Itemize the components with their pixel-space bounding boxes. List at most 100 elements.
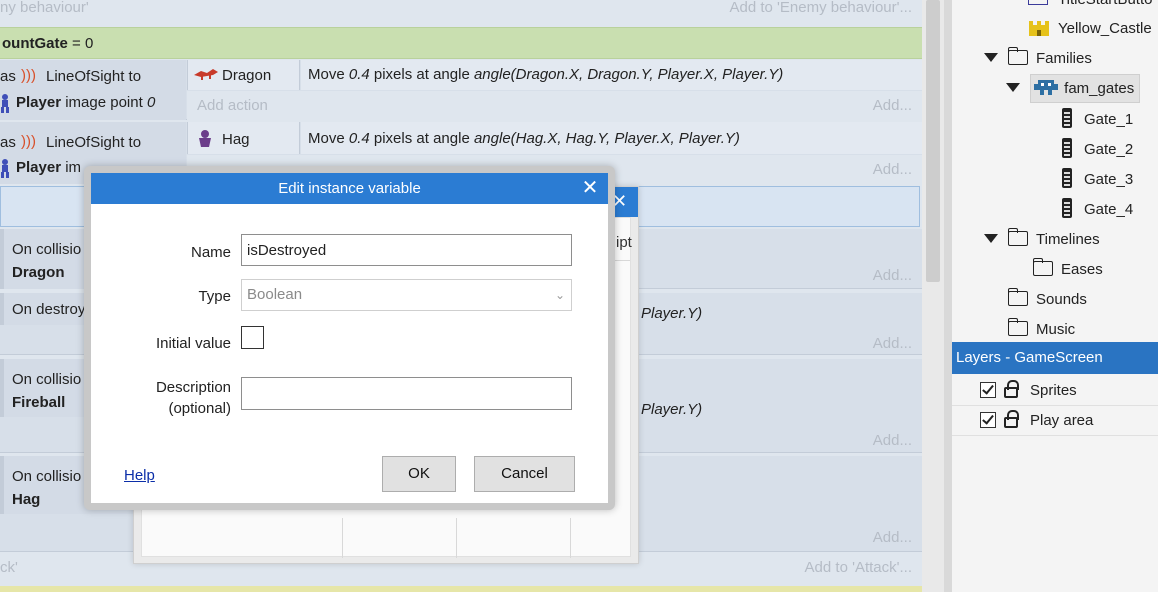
variable-name: ountGate xyxy=(2,35,68,52)
tree-item-label: Timelines xyxy=(1036,231,1100,248)
condition-name: On collisio xyxy=(12,371,82,388)
tree-item-gate-1[interactable]: Gate_1 xyxy=(1062,105,1133,135)
description-label: Description (optional) xyxy=(91,377,231,419)
name-field[interactable] xyxy=(241,234,572,266)
condition-target: Player xyxy=(16,159,62,176)
tree-item-label: Eases xyxy=(1061,261,1103,278)
condition-detail: im xyxy=(61,159,82,176)
lock-icon[interactable] xyxy=(1004,380,1019,398)
expand-arrow-icon[interactable] xyxy=(984,234,998,243)
tree-item-timelines[interactable]: Timelines xyxy=(984,225,1100,255)
divider xyxy=(342,518,343,558)
description-label-line1: Description xyxy=(155,379,231,396)
initial-value-checkbox[interactable] xyxy=(241,326,264,349)
tree-item-label: Gate_3 xyxy=(1084,171,1134,188)
add-more-link[interactable]: Add... xyxy=(873,267,912,284)
folder-icon xyxy=(1008,318,1028,336)
layers-panel-header: Layers - GameScreen xyxy=(952,342,1158,374)
group-footer-bar xyxy=(0,586,922,592)
hag-icon xyxy=(196,129,214,147)
tree-item-families[interactable]: Families xyxy=(984,44,1092,74)
add-action-link[interactable]: Add action xyxy=(197,91,268,120)
layer-row-play-area[interactable]: Play area xyxy=(952,406,1158,436)
action-verb: Move xyxy=(308,130,349,147)
tree-item-label: Gate_4 xyxy=(1084,201,1134,218)
tree-item-music[interactable]: Music xyxy=(1008,315,1075,337)
condition-name: LineOfSight to xyxy=(46,68,142,85)
project-panel: TitleStartButto Yellow_Castle Families f… xyxy=(952,0,1158,592)
group-label: ck' xyxy=(0,559,18,576)
type-label: Type xyxy=(198,288,231,305)
description-field[interactable] xyxy=(241,377,572,410)
tree-item-fam-gates[interactable]: fam_gates xyxy=(1006,74,1134,104)
tree-item-titlestartbutton[interactable]: TitleStartButto xyxy=(1028,0,1152,15)
lock-icon[interactable] xyxy=(1004,410,1019,428)
action-text[interactable]: Move 0.4 pixels at angle angle(Dragon.X,… xyxy=(301,60,922,90)
add-more-link[interactable]: Add... xyxy=(873,91,912,120)
player-icon xyxy=(0,93,10,113)
action-object-name: Dragon xyxy=(222,67,272,84)
family-icon xyxy=(1034,77,1059,95)
tree-item-eases[interactable]: Eases xyxy=(1032,255,1103,285)
tree-item-label: Gate_2 xyxy=(1084,141,1134,158)
tree-item-gate-3[interactable]: Gate_3 xyxy=(1062,165,1133,195)
action-expression: angle(Hag.X, Hag.Y, Player.X, Player.Y) xyxy=(473,130,740,147)
type-select[interactable]: Boolean ⌄ xyxy=(241,279,572,311)
add-to-attack-link[interactable]: Add to 'Attack'... xyxy=(805,556,912,580)
close-icon[interactable]: ✕ xyxy=(580,173,600,204)
condition-name: LineOfSight to xyxy=(46,134,142,151)
add-more-link[interactable]: Add... xyxy=(873,335,912,352)
condition-detail: image point xyxy=(61,94,147,111)
tree-item-label: Families xyxy=(1036,50,1092,67)
tree-item-sounds[interactable]: Sounds xyxy=(1007,285,1087,315)
layer-visible-checkbox[interactable] xyxy=(980,412,996,428)
action-text[interactable]: Move 0.4 pixels at angle angle(Hag.X, Ha… xyxy=(301,122,922,154)
add-to-enemy-behaviour-link[interactable]: Add to 'Enemy behaviour'... xyxy=(730,0,913,16)
add-more-link[interactable]: Add... xyxy=(873,155,912,184)
ok-button[interactable]: OK xyxy=(382,456,456,492)
variable-value: = 0 xyxy=(67,35,94,52)
gate-sprite-icon xyxy=(1062,198,1072,218)
folder-icon xyxy=(1032,258,1053,276)
cancel-button[interactable]: Cancel xyxy=(474,456,575,492)
initial-value-label: Initial value xyxy=(155,335,231,352)
add-more-link[interactable]: Add... xyxy=(873,432,912,449)
layer-row-sprites[interactable]: Sprites xyxy=(952,376,1158,406)
description-label-line2: (optional) xyxy=(168,400,231,417)
tree-item-gate-2[interactable]: Gate_2 xyxy=(1062,135,1133,165)
layer-name: Sprites xyxy=(1030,382,1077,399)
condition-cell[interactable]: as ))) LineOfSight to Player image point… xyxy=(0,60,186,120)
layer-visible-checkbox[interactable] xyxy=(980,382,996,398)
add-action-row[interactable]: Add action Add... xyxy=(187,91,922,120)
line-of-sight-icon: ))) xyxy=(21,133,36,150)
background-dialog-tab-text: ipt xyxy=(616,234,632,251)
condition-target: Hag xyxy=(12,491,41,508)
expand-arrow-icon[interactable] xyxy=(984,53,998,62)
expand-arrow-icon[interactable] xyxy=(1006,83,1020,92)
dialog-body: Edit instance variable ✕ Name Type Boole… xyxy=(91,173,608,503)
action-object-cell[interactable]: Dragon xyxy=(187,60,300,90)
gate-sprite-icon xyxy=(1062,108,1072,128)
folder-icon xyxy=(1007,47,1028,65)
dragon-icon xyxy=(193,67,219,81)
tree-item-gate-4[interactable]: Gate_4 xyxy=(1062,195,1133,225)
include-row: ny behaviour' Add to 'Enemy behaviour'..… xyxy=(0,0,922,26)
dialog-titlebar[interactable]: Edit instance variable xyxy=(91,173,608,204)
action-expression-tail: Player.Y) xyxy=(641,401,703,418)
tree-item-yellow-castle[interactable]: Yellow_Castle xyxy=(1028,14,1152,44)
action-object-cell[interactable]: Hag xyxy=(187,122,300,154)
action-verb: Move xyxy=(308,66,349,83)
action-mid: pixels at angle xyxy=(369,130,474,147)
global-variable-row[interactable]: ountGate = 0 xyxy=(0,27,922,59)
chevron-down-icon: ⌄ xyxy=(554,288,565,302)
help-link[interactable]: Help xyxy=(124,467,155,484)
event-row[interactable]: as ))) LineOfSight to Player image point… xyxy=(0,60,922,120)
panel-splitter[interactable] xyxy=(944,0,952,592)
tree-item-label: Gate_1 xyxy=(1084,111,1134,128)
edit-instance-variable-dialog: Edit instance variable ✕ Name Type Boole… xyxy=(84,166,615,510)
action-number: 0.4 xyxy=(348,66,370,83)
add-more-link[interactable]: Add... xyxy=(873,529,912,546)
layer-name: Play area xyxy=(1030,412,1094,429)
scrollbar-thumb[interactable] xyxy=(926,0,940,282)
tree-item-label: Music xyxy=(1036,321,1076,337)
